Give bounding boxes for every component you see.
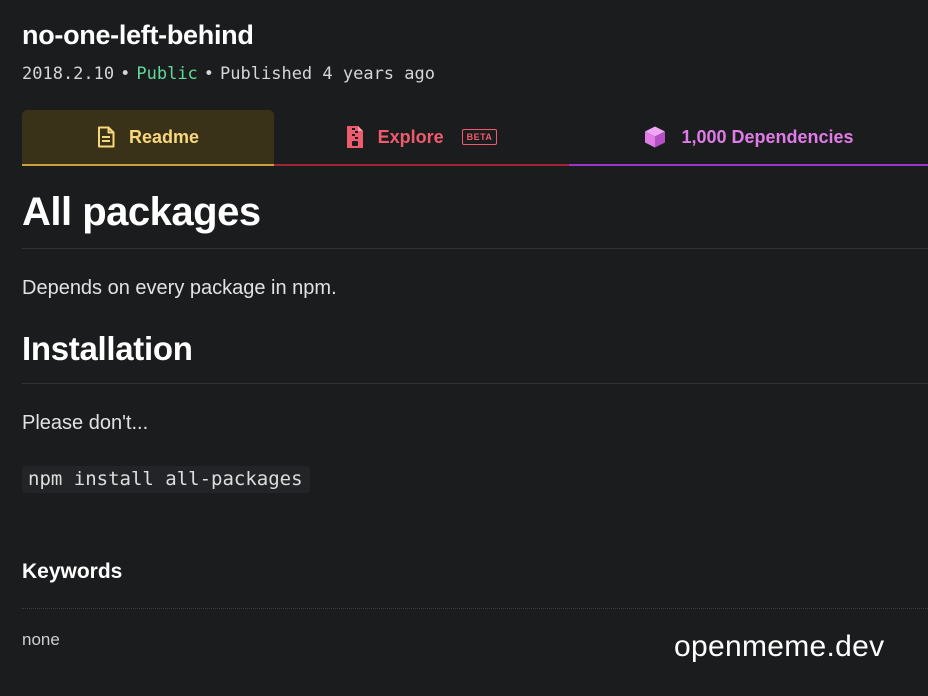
package-tabs: Readme Explore BETA 1,000 Dependencies	[22, 110, 928, 166]
tab-explore[interactable]: Explore BETA	[274, 110, 569, 166]
readme-description: Depends on every package in npm.	[22, 277, 337, 299]
keywords-value: none	[22, 630, 60, 649]
package-meta: 2018.2.10 • Public • Published 4 years ago	[22, 64, 435, 84]
tab-readme[interactable]: Readme	[22, 110, 274, 166]
package-version: 2018.2.10	[22, 64, 115, 84]
installation-heading: Installation	[22, 330, 193, 367]
divider	[22, 608, 928, 610]
tab-readme-label: Readme	[128, 126, 200, 147]
installation-note: Please don't...	[22, 412, 149, 434]
watermark: openmeme.dev	[674, 630, 885, 663]
meta-separator: •	[120, 64, 131, 84]
divider	[22, 383, 928, 384]
tab-dependencies[interactable]: 1,000 Dependencies	[569, 110, 928, 166]
divider	[22, 248, 928, 249]
tab-dependencies-label: 1,000 Dependencies	[681, 126, 854, 147]
beta-badge: BETA	[461, 129, 498, 145]
visibility-badge: Public	[136, 64, 198, 84]
document-icon	[97, 126, 115, 148]
readme-title: All packages	[22, 190, 261, 234]
meta-separator: •	[203, 64, 215, 84]
published-date: Published 4 years ago	[220, 64, 435, 84]
package-name: no-one-left-behind	[22, 20, 254, 50]
tab-explore-label: Explore	[377, 126, 444, 147]
cube-icon	[643, 125, 667, 149]
keywords-heading: Keywords	[22, 560, 123, 583]
install-command: npm install all-packages	[22, 466, 310, 493]
zip-file-icon	[346, 125, 364, 149]
